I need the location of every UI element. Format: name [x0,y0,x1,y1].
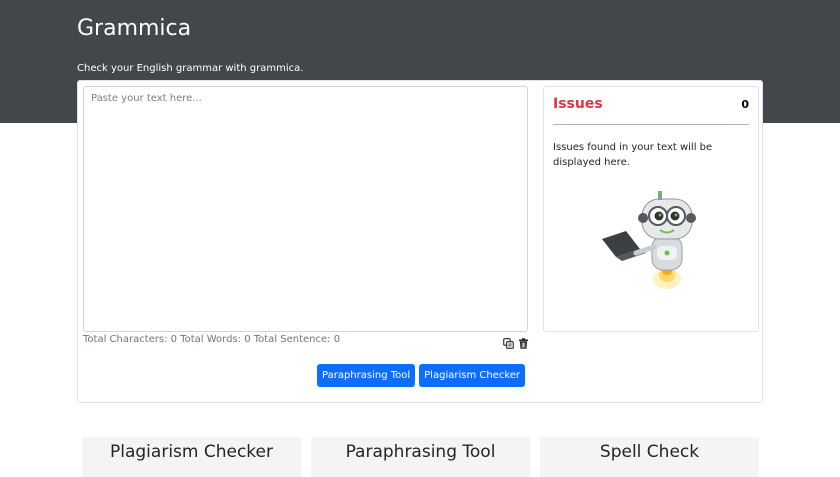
plagiarism-checker-button[interactable]: Plagiarism Checker [419,364,526,387]
issues-title: Issues [553,96,603,112]
trash-icon[interactable] [518,334,529,349]
text-input[interactable] [83,86,528,332]
brand-title: Grammica [77,16,192,41]
text-stats: Total Characters: 0 Total Words: 0 Total… [83,334,341,345]
paraphrasing-tool-button[interactable]: Paraphrasing Tool [317,364,416,387]
plagiarism-checker-tile[interactable]: Plagiarism Checker [82,437,301,477]
checker-card: Total Characters: 0 Total Words: 0 Total… [77,80,763,403]
divider [553,124,749,125]
issues-message: Issues found in your text will be displa… [553,142,713,168]
editor-tools [503,334,529,349]
copy-icon[interactable] [503,334,514,349]
robot-illustration [602,190,702,296]
action-buttons: Paraphrasing Tool Plagiarism Checker [317,364,526,387]
issues-panel: Issues 0 Issues found in your text will … [543,86,759,332]
paraphrasing-tool-tile[interactable]: Paraphrasing Tool [311,437,530,477]
spell-check-tile[interactable]: Spell Check [540,437,759,477]
tagline: Check your English grammar with grammica… [77,63,304,74]
issues-count: 0 [741,98,749,111]
